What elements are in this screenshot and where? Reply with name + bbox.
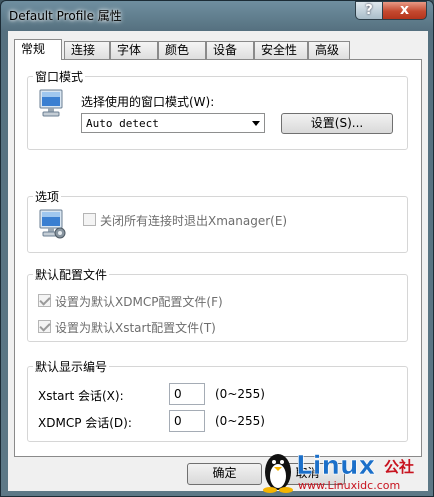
window-mode-prompt: 选择使用的窗口模式(W): — [81, 95, 215, 109]
monitor-gear-icon — [39, 209, 66, 239]
tab-general[interactable]: 常规 — [14, 39, 62, 60]
options-title: 选项 — [33, 188, 62, 205]
window-mode-value: Auto detect — [86, 117, 159, 130]
window-title: Default Profile 属性 — [9, 9, 122, 23]
window-mode-group: 窗口模式 选择使用的窗口模式(W): Auto detect 设置(S)... — [27, 68, 408, 150]
default-display-title: 默认显示编号 — [33, 358, 110, 375]
tab-label: 连接 — [71, 43, 96, 57]
default-config-group: 默认配置文件 设置为默认XDMCP配置文件(F) 设置为默认Xstart配置文件… — [27, 266, 408, 342]
xdmcp-default-checkbox[interactable] — [38, 294, 51, 307]
xstart-default-label: 设置为默认Xstart配置文件(T) — [55, 321, 216, 335]
monitor-icon — [39, 89, 63, 117]
xdmcp-display-input[interactable]: 0 — [169, 410, 205, 432]
tab-label: 常规 — [21, 42, 46, 56]
settings-button[interactable]: 设置(S)... — [281, 113, 393, 134]
tab-font[interactable]: 字体 — [110, 41, 158, 59]
xdmcp-display-label: XDMCP 会话(D): — [38, 416, 132, 430]
properties-dialog: Default Profile 属性 ? x 常规 连接 字体 颜色 设备 安全… — [0, 0, 434, 497]
xstart-default-checkbox[interactable] — [38, 320, 51, 333]
ok-button[interactable]: 确定 — [187, 463, 262, 485]
chevron-down-icon — [252, 121, 260, 126]
watermark-site: www.Linuxidc.com — [298, 479, 400, 492]
tab-page-general: 窗口模式 选择使用的窗口模式(W): Auto detect 设置(S)... … — [14, 59, 422, 457]
tab-color[interactable]: 颜色 — [158, 41, 206, 59]
tab-label: 高级 — [315, 43, 340, 57]
watermark-brand: Linux — [296, 451, 375, 481]
default-config-title: 默认配置文件 — [33, 266, 110, 283]
tab-label: 设备 — [213, 43, 238, 57]
window-mode-title: 窗口模式 — [33, 68, 86, 85]
watermark-suffix: 公社 — [384, 458, 414, 476]
tab-advanced[interactable]: 高级 — [308, 41, 350, 59]
xstart-display-label: Xstart 会话(X): — [38, 389, 124, 403]
title-bar[interactable]: Default Profile 属性 ? x — [1, 1, 433, 31]
close-button[interactable]: x — [382, 1, 427, 20]
tab-device[interactable]: 设备 — [206, 41, 254, 59]
window-mode-select[interactable]: Auto detect — [81, 113, 265, 133]
xstart-display-input[interactable]: 0 — [169, 383, 205, 405]
tab-label: 安全性 — [261, 43, 298, 57]
default-display-group: 默认显示编号 Xstart 会话(X): 0 (0~255) XDMCP 会话(… — [27, 358, 408, 442]
tab-label: 字体 — [117, 43, 142, 57]
xdmcp-default-label: 设置为默认XDMCP配置文件(F) — [55, 295, 223, 309]
options-group: 选项 关闭所有连接时退出Xmanager(E) — [27, 188, 408, 253]
help-button[interactable]: ? — [355, 1, 382, 20]
linux-watermark: Linux 公社 www.Linuxidc.com — [263, 451, 414, 493]
tab-label: 颜色 — [165, 43, 190, 57]
dialog-client: 常规 连接 字体 颜色 设备 安全性 高级 窗口模式 选择使用的窗口模式(W): — [8, 31, 428, 491]
tab-connection[interactable]: 连接 — [64, 41, 110, 59]
close-on-exit-checkbox[interactable] — [83, 213, 96, 226]
xdmcp-range-label: (0~255) — [215, 414, 265, 428]
tab-security[interactable]: 安全性 — [254, 41, 308, 59]
close-on-exit-label: 关闭所有连接时退出Xmanager(E) — [100, 214, 288, 228]
xstart-range-label: (0~255) — [215, 387, 265, 401]
